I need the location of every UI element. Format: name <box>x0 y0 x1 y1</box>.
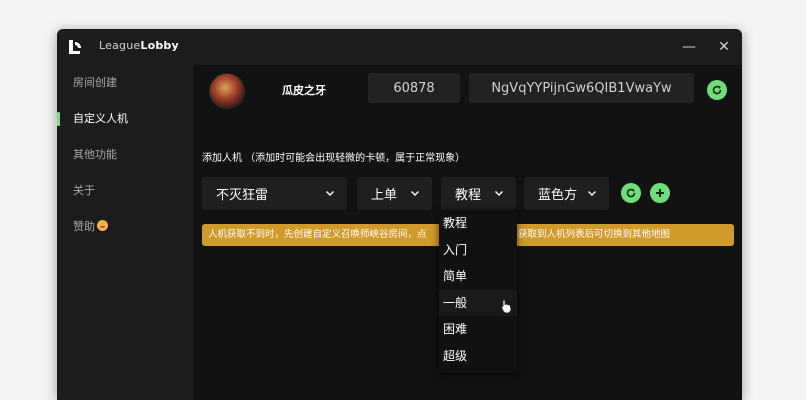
app-title-bold: Lobby <box>140 39 179 52</box>
menu-item-tutorial[interactable]: 教程 <box>439 210 517 237</box>
champion-select[interactable]: 不灭狂雷 <box>202 177 347 210</box>
menu-item-hard[interactable]: 困难 <box>439 316 517 343</box>
refresh-icon <box>626 188 636 198</box>
team-select-value: 蓝色方 <box>538 188 578 203</box>
sidebar-item-label: 其他功能 <box>73 148 117 161</box>
difficulty-select-value: 教程 <box>455 188 482 203</box>
app-title: LeagueLobby <box>99 39 179 52</box>
menu-item-easy[interactable]: 简单 <box>439 263 517 290</box>
sidebar-item-other-features[interactable]: 其他功能 <box>57 137 194 173</box>
summoner-name: 瓜皮之牙 <box>282 84 326 97</box>
team-select[interactable]: 蓝色方 <box>524 177 609 210</box>
chevron-down-icon <box>326 191 334 196</box>
minimize-button[interactable]: — <box>679 37 699 57</box>
main-panel: 瓜皮之牙 60878 NgVqYYPijnGw6QIB1VwaYw 添加人机 （… <box>194 65 742 400</box>
refresh-bots-button[interactable] <box>621 183 641 203</box>
sidebar-item-about[interactable]: 关于 <box>57 173 194 209</box>
sidebar-item-room-create[interactable]: 房间创建 <box>57 65 194 101</box>
champion-select-value: 不灭狂雷 <box>216 188 269 203</box>
lane-select[interactable]: 上单 <box>357 177 432 210</box>
lane-select-value: 上单 <box>371 188 398 203</box>
chevron-down-icon <box>495 191 503 196</box>
plus-icon <box>656 189 664 197</box>
warning-banner-text-left: 人机获取不到时，先创建自定义召唤师峡谷房间，点 <box>208 229 427 240</box>
close-button[interactable]: ✕ <box>714 37 734 57</box>
difficulty-dropdown-menu: 教程 入门 简单 一般 困难 超级 <box>439 210 517 373</box>
app-window: LeagueLobby — ✕ 房间创建 自定义人机 其他功能 关于 赞助 瓜皮… <box>57 29 742 400</box>
add-bot-hint: 添加人机 （添加时可能会出现轻微的卡顿，属于正常现象） <box>202 153 466 164</box>
sidebar-item-label: 关于 <box>73 184 95 197</box>
menu-item-super[interactable]: 超级 <box>439 343 517 370</box>
menu-item-intro[interactable]: 入门 <box>439 237 517 264</box>
menu-item-normal-label: 一般 <box>443 295 468 310</box>
warning-banner-text-right: 获取到人机列表后可切换到其他地图 <box>518 229 671 240</box>
refresh-room-button[interactable] <box>707 80 727 100</box>
room-number-field[interactable]: 60878 <box>368 73 460 103</box>
chevron-down-icon <box>411 191 419 196</box>
sidebar-item-label: 赞助 <box>73 220 95 233</box>
chevron-down-icon <box>588 191 596 196</box>
refresh-icon <box>712 85 722 95</box>
difficulty-select[interactable]: 教程 <box>441 177 516 210</box>
hand-pointer-icon <box>501 299 512 314</box>
sidebar-item-label: 房间创建 <box>73 76 117 89</box>
add-bot-button[interactable] <box>650 183 670 203</box>
app-title-prefix: League <box>99 39 141 52</box>
title-bar: LeagueLobby — ✕ <box>57 29 742 65</box>
menu-item-normal[interactable]: 一般 <box>439 289 517 317</box>
sidebar-item-sponsor[interactable]: 赞助 <box>57 209 194 245</box>
room-code-field[interactable]: NgVqYYPijnGw6QIB1VwaYw <box>469 73 694 103</box>
sidebar: 房间创建 自定义人机 其他功能 关于 赞助 <box>57 65 194 400</box>
leaguelobby-logo <box>69 40 81 54</box>
avatar <box>209 73 245 109</box>
smile-emoji-icon <box>97 220 108 231</box>
sidebar-item-custom-bots[interactable]: 自定义人机 <box>57 101 194 137</box>
sidebar-item-label: 自定义人机 <box>73 112 128 125</box>
